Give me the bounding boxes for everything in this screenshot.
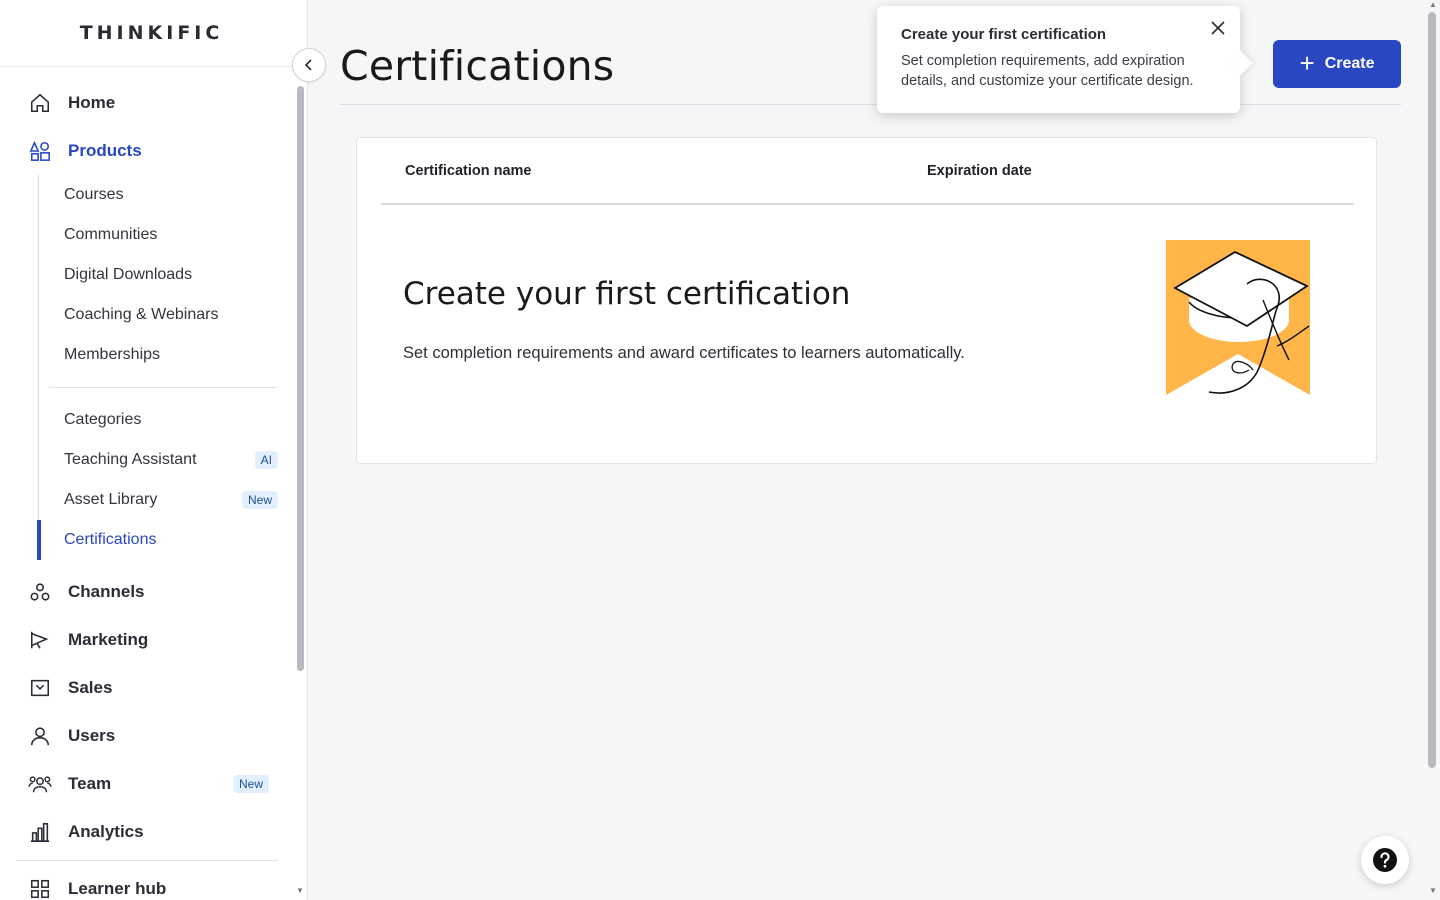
sidebar-item-label: Coaching & Webinars [64, 306, 219, 323]
sidebar-item-analytics[interactable]: Analytics [0, 808, 293, 856]
sidebar-item-memberships[interactable]: Memberships [39, 335, 293, 375]
sidebar-item-certifications[interactable]: Certifications [37, 520, 293, 560]
sidebar-item-label: Products [68, 141, 142, 160]
plus-icon: + [1299, 48, 1315, 78]
sidebar: THINKIFIC Home Products Courses Communit… [0, 0, 308, 900]
submenu-divider [49, 387, 277, 388]
products-submenu: Courses Communities Digital Downloads Co… [37, 175, 293, 560]
empty-state-description: Set completion requirements and award ce… [403, 344, 965, 362]
team-icon [28, 772, 52, 796]
title-divider [340, 104, 1401, 105]
empty-state-title: Create your first certification [403, 276, 851, 312]
logo-bar: THINKIFIC [0, 0, 307, 67]
sidebar-item-users[interactable]: Users [0, 712, 293, 760]
table-header: Certification name Expiration date [381, 138, 1354, 205]
sidebar-item-home[interactable]: Home [0, 79, 293, 127]
sidebar-item-sales[interactable]: Sales [0, 664, 293, 712]
create-button-label: Create [1324, 55, 1375, 72]
analytics-icon [28, 820, 52, 844]
sidebar-item-label: Courses [64, 186, 124, 203]
sidebar-item-teaching-assistant[interactable]: Teaching Assistant AI [39, 440, 293, 480]
sidebar-item-label: Certifications [64, 531, 157, 548]
sidebar-item-learner-hub[interactable]: Learner hub [0, 865, 293, 900]
ai-badge: AI [254, 451, 278, 469]
sidebar-item-products[interactable]: Products [0, 127, 293, 175]
sidebar-item-marketing[interactable]: Marketing [0, 616, 293, 664]
sidebar-item-label: Memberships [64, 346, 161, 363]
sidebar-scrollbar[interactable] [297, 86, 304, 671]
sidebar-item-coaching-webinars[interactable]: Coaching & Webinars [39, 295, 293, 335]
sidebar-item-courses[interactable]: Courses [39, 175, 293, 215]
sidebar-item-label: Analytics [68, 822, 144, 841]
sidebar-item-label: Marketing [68, 630, 149, 649]
sidebar-nav: Home Products Courses Communities Digita… [0, 79, 293, 900]
channels-icon [28, 580, 52, 604]
sidebar-item-communities[interactable]: Communities [39, 215, 293, 255]
sidebar-item-label: Team [68, 774, 112, 793]
column-header-certification-name[interactable]: Certification name [405, 163, 532, 179]
column-header-expiration-date[interactable]: Expiration date [927, 163, 1032, 179]
scroll-down-arrow-icon[interactable]: ▼ [296, 886, 304, 895]
new-badge: New [241, 491, 278, 509]
products-icon [28, 139, 52, 163]
sidebar-item-label: Digital Downloads [64, 266, 193, 283]
sidebar-item-label: Sales [68, 678, 113, 697]
sidebar-item-label: Teaching Assistant [64, 451, 197, 468]
help-button[interactable] [1361, 836, 1409, 884]
scroll-up-arrow-icon[interactable]: ▲ [1429, 0, 1437, 9]
home-icon [28, 91, 52, 115]
sidebar-item-digital-downloads[interactable]: Digital Downloads [39, 255, 293, 295]
sidebar-item-label: Users [68, 726, 116, 745]
megaphone-icon [28, 628, 52, 652]
certificate-illustration [1166, 240, 1310, 395]
chevron-left-icon [304, 59, 312, 71]
page-title: Certifications [340, 42, 615, 90]
sidebar-item-label: Learner hub [68, 879, 167, 898]
collapse-sidebar-button[interactable] [292, 48, 326, 82]
sales-icon [28, 676, 52, 700]
sidebar-item-label: Communities [64, 226, 158, 243]
grid-icon [28, 877, 52, 900]
main-content: Certifications Create your first certifi… [308, 0, 1425, 900]
help-icon [1373, 848, 1397, 872]
popover-body: Set completion requirements, add expirat… [901, 53, 1194, 89]
sidebar-item-label: Categories [64, 411, 142, 428]
new-badge: New [232, 775, 269, 793]
sidebar-item-label: Home [68, 93, 116, 112]
create-button[interactable]: + Create [1273, 40, 1401, 88]
thinkific-logo[interactable]: THINKIFIC [80, 22, 224, 44]
onboarding-popover: Create your first certification Set comp… [877, 6, 1240, 113]
sidebar-item-categories[interactable]: Categories [39, 400, 293, 440]
scroll-down-arrow-icon[interactable]: ▼ [1429, 886, 1437, 895]
popover-title: Create your first certification [901, 26, 1107, 43]
sidebar-item-team[interactable]: Team New [0, 760, 293, 808]
certifications-table-card: Certification name Expiration date Creat… [356, 137, 1377, 464]
sidebar-item-channels[interactable]: Channels [0, 568, 293, 616]
close-icon[interactable] [1208, 18, 1228, 38]
page-scrollbar[interactable] [1428, 12, 1436, 768]
sidebar-item-asset-library[interactable]: Asset Library New [39, 480, 293, 520]
sidebar-item-label: Channels [68, 582, 145, 601]
user-icon [28, 724, 52, 748]
nav-divider [16, 860, 278, 861]
sidebar-item-label: Asset Library [64, 491, 158, 508]
